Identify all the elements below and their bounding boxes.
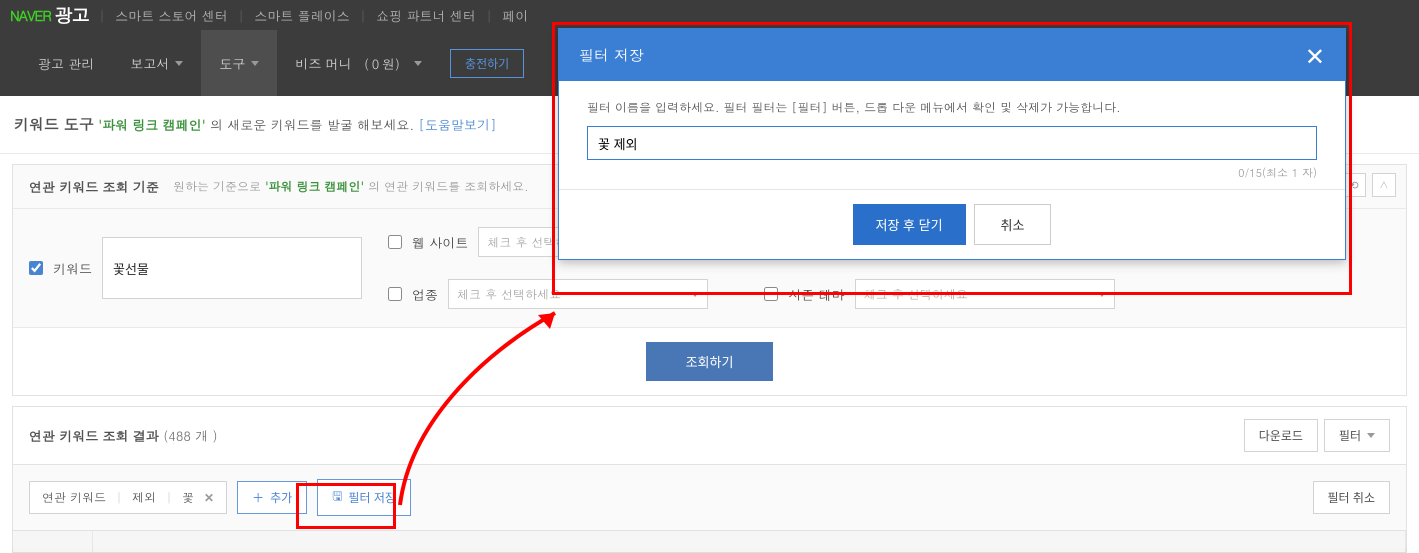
chevron-down-icon	[251, 61, 259, 66]
cancel-filter-button[interactable]: 필터 취소	[1313, 481, 1391, 514]
modal-footer: 저장 후 닫기 취소	[559, 189, 1345, 259]
divider: |	[99, 6, 106, 25]
filter-name-input[interactable]	[587, 126, 1317, 160]
chip-value: 꽃	[182, 489, 194, 506]
char-count: 0/15(최소 1 자)	[587, 166, 1317, 181]
naver-logo: NAVER	[10, 5, 51, 25]
plus-icon: ＋	[252, 489, 264, 506]
page-title-em: '파워 링크 캠페인'	[98, 115, 205, 134]
industry-select[interactable]: 체크 후 선택하세요	[448, 279, 708, 309]
season-select[interactable]: 체크 후 선택하세요	[855, 279, 1115, 309]
criteria-title: 연관 키워드 조회 기준	[29, 177, 159, 196]
chip-op: 제외	[132, 489, 156, 506]
industry-field: 업종 체크 후 선택하세요	[388, 279, 738, 309]
naver-ad-label: 광고	[55, 3, 89, 28]
criteria-sub: 원하는 기준으로 '파워 링크 캠페인' 의 연관 키워드를 조회하세요.	[173, 178, 529, 195]
collapse-button[interactable]: ∧	[1372, 173, 1396, 197]
chevron-down-icon	[414, 61, 422, 66]
website-label: 웹 사이트	[412, 233, 468, 252]
chevron-down-icon	[1098, 292, 1106, 297]
chevron-down-icon	[175, 61, 183, 66]
topbar-link-pay[interactable]: 페이	[502, 6, 528, 25]
website-checkbox[interactable]	[388, 235, 402, 249]
results-title: 연관 키워드 조회 결과	[29, 426, 159, 445]
filter-chip: 연관 키워드 | 제외 | 꽃 ✕	[29, 481, 227, 514]
season-field: 시즌 테마 체크 후 선택하세요	[764, 279, 1114, 309]
season-label: 시즌 테마	[788, 285, 844, 304]
nav-tools[interactable]: 도구	[201, 30, 277, 96]
keyword-field: 키워드	[29, 227, 362, 309]
chevron-down-icon	[691, 292, 699, 297]
save-icon: 🖫	[332, 487, 342, 508]
filter-button[interactable]: 필터	[1324, 419, 1390, 452]
divider: |	[360, 6, 367, 25]
close-icon[interactable]: ✕	[1305, 43, 1325, 67]
modal-header: 필터 저장 ✕	[559, 29, 1345, 81]
divider: |	[238, 6, 245, 25]
divider: |	[486, 6, 493, 25]
keyword-label: 키워드	[53, 259, 92, 278]
filter-chip-row: 연관 키워드 | 제외 | 꽃 ✕ ＋추가 🖫필터 저장 필터 취소	[12, 464, 1407, 531]
search-button[interactable]: 조회하기	[646, 342, 774, 381]
topbar-link-partner[interactable]: 쇼핑 파트너 센터	[376, 6, 476, 25]
help-link[interactable]: [도움말보기]	[419, 115, 497, 134]
results-head: 연관 키워드 조회 결과 (488 개 ) 다운로드 필터	[12, 406, 1407, 464]
season-checkbox[interactable]	[764, 287, 778, 301]
modal-message: 필터 이름을 입력하세요. 필터 필터는 [필터] 버튼, 드롭 다운 메뉴에서…	[587, 99, 1317, 116]
divider: |	[116, 489, 122, 506]
criteria-foot: 조회하기	[13, 327, 1406, 395]
nav-ad-manage[interactable]: 광고 관리	[20, 30, 112, 96]
keyword-checkbox[interactable]	[29, 261, 43, 275]
industry-label: 업종	[412, 285, 438, 304]
page-title-text: 의 새로운 키워드를 발굴 해보세요.	[210, 115, 414, 134]
modal-title: 필터 저장	[579, 45, 644, 66]
topbar-link-store[interactable]: 스마트 스토어 센터	[115, 6, 228, 25]
page-title: 키워드 도구	[14, 114, 94, 135]
modal-cancel-button[interactable]: 취소	[974, 204, 1052, 245]
charge-button[interactable]: 충전하기	[450, 49, 524, 78]
download-button[interactable]: 다운로드	[1244, 419, 1318, 452]
keyword-input[interactable]	[102, 237, 362, 299]
nav-bizmoney[interactable]: 비즈 머니 （０원）	[277, 30, 440, 96]
divider: |	[166, 489, 172, 506]
save-filter-button[interactable]: 🖫필터 저장	[317, 479, 411, 516]
save-filter-modal: 필터 저장 ✕ 필터 이름을 입력하세요. 필터 필터는 [필터] 버튼, 드롭…	[558, 28, 1346, 260]
modal-save-button[interactable]: 저장 후 닫기	[853, 204, 966, 245]
chip-column: 연관 키워드	[42, 489, 106, 506]
chevron-down-icon	[1367, 433, 1375, 438]
nav-report[interactable]: 보고서	[112, 30, 201, 96]
results-count: (488 개 )	[163, 426, 217, 445]
table-header-strip	[12, 531, 1407, 553]
industry-checkbox[interactable]	[388, 287, 402, 301]
add-filter-button[interactable]: ＋추가	[237, 481, 307, 514]
topbar: NAVER 광고 | 스마트 스토어 센터 | 스마트 플레이스 | 쇼핑 파트…	[0, 0, 1419, 30]
chip-remove-icon[interactable]: ✕	[204, 489, 214, 506]
topbar-link-place[interactable]: 스마트 플레이스	[254, 6, 349, 25]
